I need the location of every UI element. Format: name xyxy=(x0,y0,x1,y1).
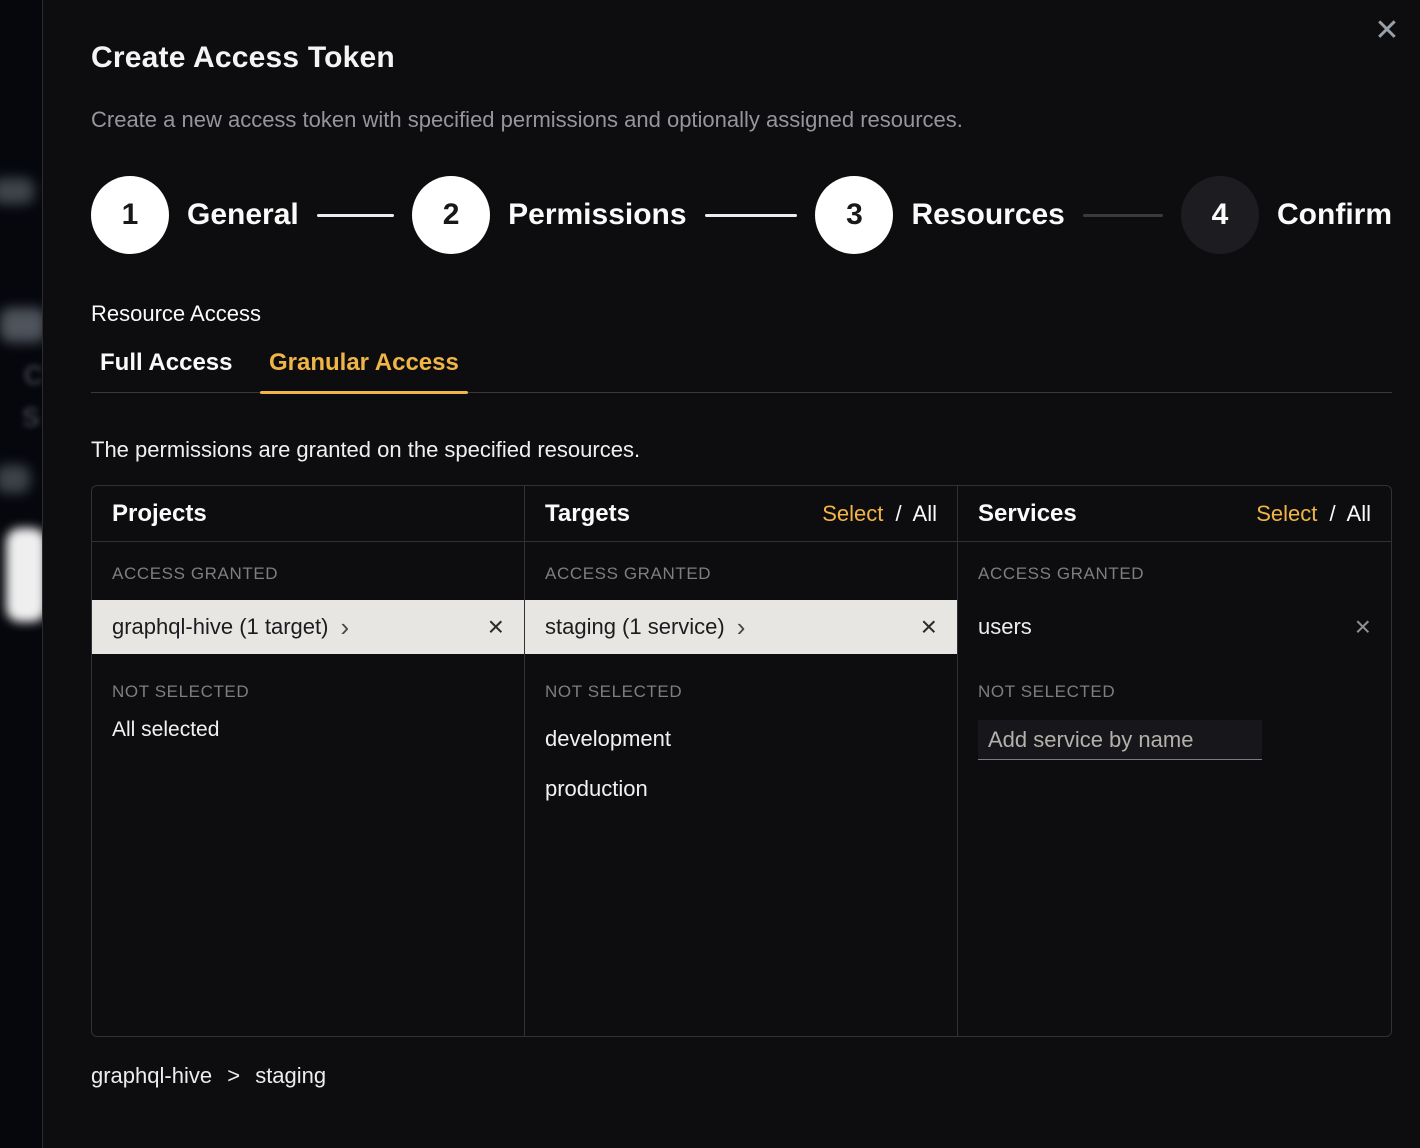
granted-target-row[interactable]: staging (1 service) › × xyxy=(525,600,957,654)
step-label-general: General xyxy=(187,198,299,232)
wizard-stepper: 1 General 2 Permissions 3 Resources 4 Co… xyxy=(91,176,1392,254)
services-column: Services Select / All ACCESS GRANTED use… xyxy=(958,486,1391,1036)
granular-access-description: The permissions are granted on the speci… xyxy=(91,437,1392,463)
blurred-blob xyxy=(0,465,30,493)
step-label-confirm: Confirm xyxy=(1277,198,1392,232)
tab-granular-access[interactable]: Granular Access xyxy=(260,349,468,392)
chevron-right-icon: › xyxy=(340,617,349,637)
targets-column: Targets Select / All ACCESS GRANTED stag… xyxy=(525,486,958,1036)
projects-column-header: Projects xyxy=(92,486,524,542)
remove-service-icon[interactable]: × xyxy=(1355,613,1371,641)
modal-subtitle: Create a new access token with specified… xyxy=(91,107,1392,133)
access-granted-label: ACCESS GRANTED xyxy=(112,564,504,584)
create-access-token-modal: ✕ Create Access Token Create a new acces… xyxy=(42,0,1420,1148)
not-selected-label: NOT SELECTED xyxy=(112,682,504,702)
blurred-text-fragment: C xyxy=(24,360,42,391)
step-connector xyxy=(705,214,798,217)
blurred-text-fragment: S xyxy=(22,402,39,433)
targets-column-title: Targets xyxy=(545,500,630,528)
tab-full-access[interactable]: Full Access xyxy=(91,349,242,392)
services-column-header: Services Select / All xyxy=(958,486,1391,542)
breadcrumb-project[interactable]: graphql-hive xyxy=(91,1063,212,1088)
step-label-resources: Resources xyxy=(911,198,1064,232)
step-circle-confirm[interactable]: 4 xyxy=(1181,176,1259,254)
close-icon[interactable]: ✕ xyxy=(1370,14,1404,48)
resource-picker-table: Projects ACCESS GRANTED graphql-hive (1 … xyxy=(91,485,1392,1037)
projects-column-title: Projects xyxy=(112,500,207,528)
breadcrumb-separator: > xyxy=(227,1063,240,1088)
services-column-title: Services xyxy=(978,500,1077,528)
target-option-development[interactable]: development xyxy=(545,726,937,752)
granted-project-row[interactable]: graphql-hive (1 target) › × xyxy=(92,600,524,654)
page-title: Create Access Token xyxy=(91,41,1392,75)
projects-all-selected-note: All selected xyxy=(112,718,504,742)
granted-service-name: users xyxy=(978,614,1032,640)
access-mode-tabs: Full Access Granular Access xyxy=(91,349,1392,393)
step-circle-resources[interactable]: 3 xyxy=(815,176,893,254)
targets-all-link[interactable]: All xyxy=(913,501,937,526)
resource-access-heading: Resource Access xyxy=(91,301,1392,327)
remove-target-icon[interactable]: × xyxy=(921,613,937,641)
services-all-link[interactable]: All xyxy=(1347,501,1371,526)
not-selected-label: NOT SELECTED xyxy=(978,682,1371,702)
granted-service-row[interactable]: users × xyxy=(958,600,1391,654)
targets-column-header: Targets Select / All xyxy=(525,486,957,542)
breadcrumb: graphql-hive > staging xyxy=(91,1063,1392,1089)
granted-target-name: staging (1 service) xyxy=(545,614,725,640)
step-circle-permissions[interactable]: 2 xyxy=(412,176,490,254)
step-label-permissions: Permissions xyxy=(508,198,686,232)
select-all-separator: / xyxy=(896,501,902,526)
access-granted-label: ACCESS GRANTED xyxy=(545,564,937,584)
targets-select-link[interactable]: Select xyxy=(822,501,883,526)
not-selected-label: NOT SELECTED xyxy=(545,682,937,702)
access-granted-label: ACCESS GRANTED xyxy=(978,564,1371,584)
targets-select-all: Select / All xyxy=(822,501,937,527)
add-service-input[interactable] xyxy=(978,720,1262,760)
services-select-link[interactable]: Select xyxy=(1256,501,1317,526)
step-circle-general[interactable]: 1 xyxy=(91,176,169,254)
blurred-blob xyxy=(0,178,34,204)
chevron-right-icon: › xyxy=(737,617,746,637)
granted-project-name: graphql-hive (1 target) xyxy=(112,614,328,640)
services-select-all: Select / All xyxy=(1256,501,1371,527)
remove-project-icon[interactable]: × xyxy=(488,613,504,641)
background-page-strip: C S xyxy=(0,0,42,1148)
step-connector xyxy=(1083,214,1163,217)
projects-column: Projects ACCESS GRANTED graphql-hive (1 … xyxy=(92,486,525,1036)
target-option-production[interactable]: production xyxy=(545,776,937,802)
blurred-card xyxy=(6,528,42,622)
breadcrumb-target[interactable]: staging xyxy=(255,1063,326,1088)
select-all-separator: / xyxy=(1330,501,1336,526)
blurred-blob xyxy=(0,308,42,342)
step-connector xyxy=(317,214,394,217)
